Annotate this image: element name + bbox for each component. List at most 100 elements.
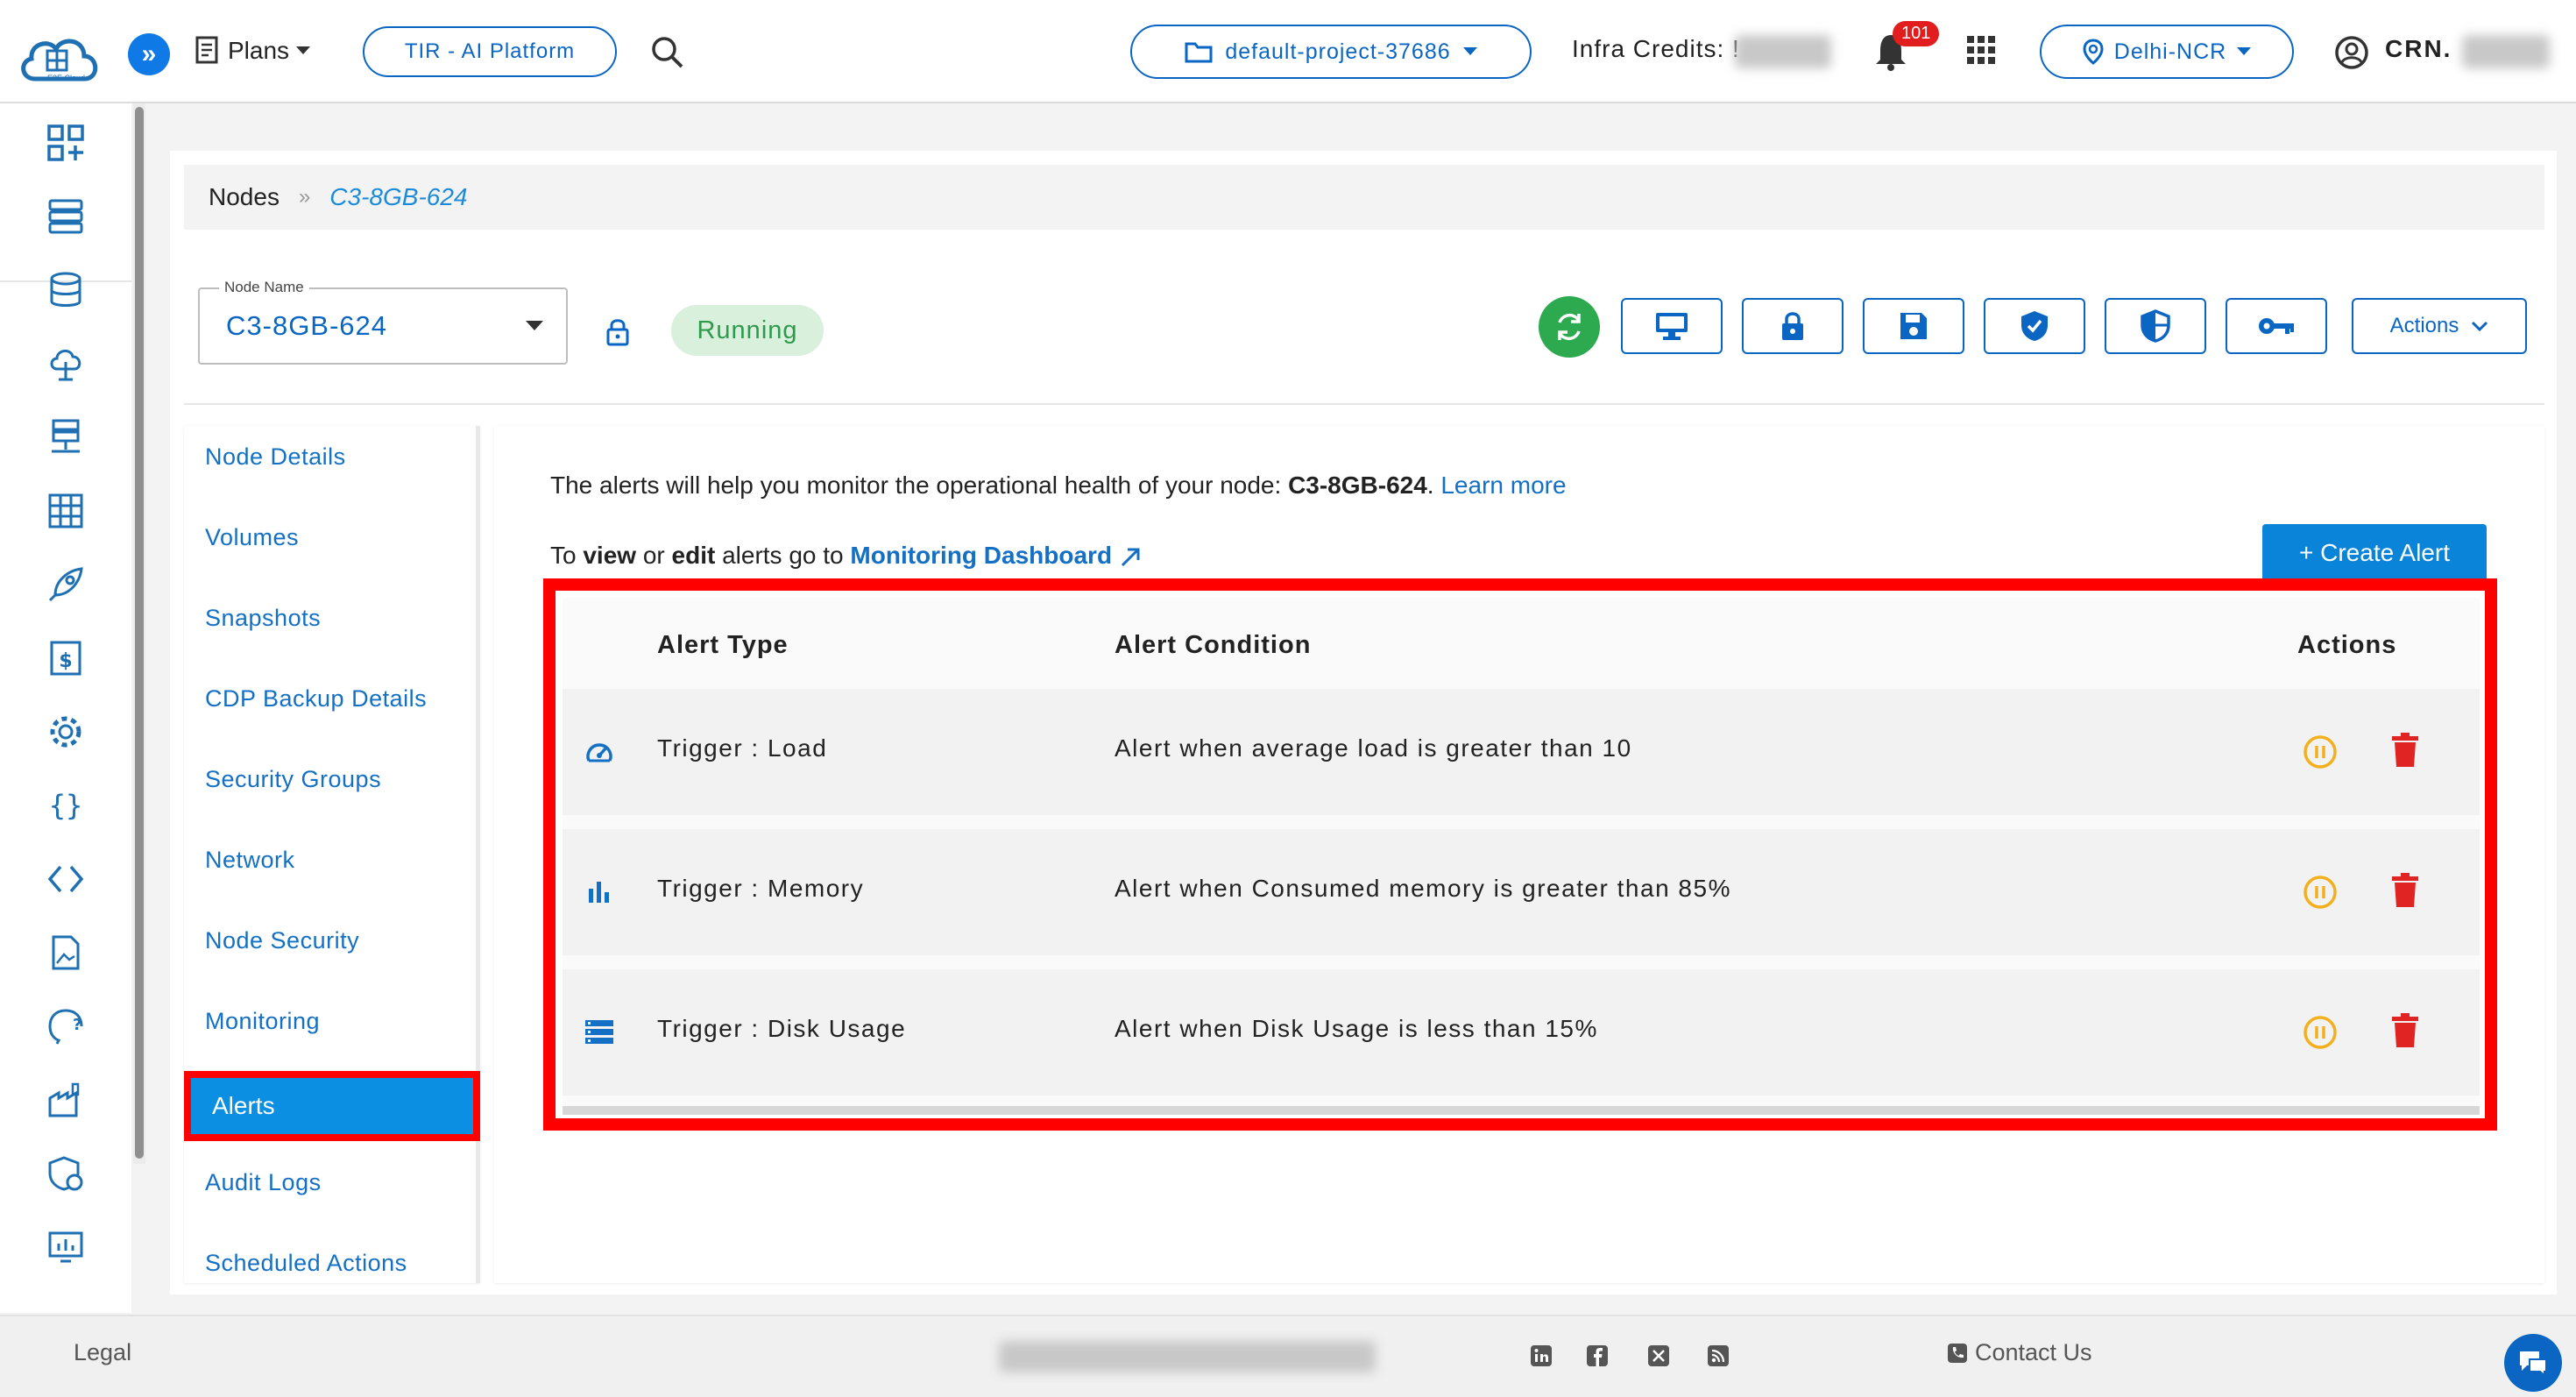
rss-icon[interactable] bbox=[1707, 1344, 1730, 1367]
subnav-monitoring[interactable]: Monitoring bbox=[205, 1008, 320, 1035]
user-crn-label[interactable]: CRN. bbox=[2385, 35, 2452, 63]
actions-dropdown-button[interactable]: Actions bbox=[2352, 298, 2527, 354]
network-server-icon[interactable] bbox=[44, 415, 88, 459]
header-alert-condition: Alert Condition bbox=[1115, 631, 1312, 659]
billing-icon[interactable]: $ bbox=[44, 636, 88, 680]
bar-chart-icon bbox=[584, 876, 615, 908]
refresh-button[interactable] bbox=[1539, 296, 1600, 358]
breadcrumb-separator: » bbox=[298, 185, 311, 209]
node-detail-panel: Nodes » C3-8GB-624 Node Name C3-8GB-624 … bbox=[170, 151, 2557, 1294]
facebook-icon[interactable] bbox=[1586, 1344, 1609, 1367]
rocket-icon[interactable] bbox=[44, 563, 88, 606]
double-chevron-right-icon: » bbox=[141, 39, 157, 68]
monitoring-dashboard-hint: To view or edit alerts go to Monitoring … bbox=[550, 542, 1142, 570]
external-link-icon[interactable] bbox=[1119, 546, 1142, 569]
learn-more-link[interactable]: Learn more bbox=[1440, 472, 1566, 499]
lock-node-button[interactable] bbox=[1742, 298, 1844, 354]
contact-us-link[interactable]: Contact Us bbox=[1947, 1339, 2092, 1366]
expand-sidebar-button[interactable]: » bbox=[128, 33, 170, 75]
subnav-node-details[interactable]: Node Details bbox=[205, 443, 346, 471]
goto-prefix: To bbox=[550, 542, 584, 569]
api-braces-icon[interactable]: {} bbox=[44, 784, 88, 827]
node-name-value: C3-8GB-624 bbox=[226, 310, 388, 341]
alert-condition-cell: Alert when average load is greater than … bbox=[1115, 734, 1632, 762]
delete-alert-icon[interactable] bbox=[2392, 733, 2418, 768]
page-footer: Legal Contact Us bbox=[0, 1315, 2576, 1397]
table-row: Trigger : Load Alert when average load i… bbox=[563, 689, 2480, 815]
section-divider bbox=[184, 403, 2544, 405]
region-selector[interactable]: Delhi-NCR bbox=[2040, 25, 2294, 79]
node-name-select[interactable]: Node Name C3-8GB-624 bbox=[198, 279, 568, 365]
linkedin-icon[interactable] bbox=[1530, 1344, 1553, 1367]
legal-link[interactable]: Legal bbox=[74, 1339, 131, 1366]
monitoring-dashboard-link[interactable]: Monitoring Dashboard bbox=[850, 542, 1112, 569]
ssh-key-button[interactable] bbox=[2226, 298, 2327, 354]
subnav-network[interactable]: Network bbox=[205, 847, 295, 874]
apps-grid-icon[interactable] bbox=[1966, 35, 1996, 65]
notification-count-badge: 101 bbox=[1893, 21, 1940, 46]
folder-icon bbox=[1185, 42, 1213, 63]
breadcrumb-current-node: C3-8GB-624 bbox=[329, 183, 468, 210]
shield-user-icon[interactable] bbox=[44, 1152, 88, 1195]
pause-alert-icon[interactable] bbox=[2303, 734, 2338, 769]
chevron-down-icon bbox=[2472, 321, 2488, 331]
subnav-volumes[interactable]: Volumes bbox=[205, 524, 299, 551]
table-scrollbar[interactable] bbox=[563, 1106, 2480, 1115]
pause-alert-icon[interactable] bbox=[2303, 1015, 2338, 1050]
header-actions: Actions bbox=[2297, 631, 2397, 659]
goto-view: view bbox=[583, 542, 637, 569]
node-subnav: Node Details Volumes Snapshots CDP Backu… bbox=[184, 426, 480, 1283]
alert-condition-cell: Alert when Consumed memory is greater th… bbox=[1115, 875, 1731, 902]
delete-alert-icon[interactable] bbox=[2392, 1013, 2418, 1048]
chat-support-button[interactable] bbox=[2504, 1334, 2562, 1392]
code-icon[interactable] bbox=[44, 857, 88, 901]
caret-down-icon bbox=[1462, 47, 1477, 55]
lock-icon[interactable] bbox=[605, 317, 631, 347]
help-chat-icon[interactable]: ? bbox=[44, 1004, 88, 1048]
rail-scrollbar-thumb[interactable] bbox=[135, 107, 144, 1159]
search-icon[interactable] bbox=[648, 33, 687, 72]
monitor-icon bbox=[1656, 313, 1688, 340]
subnav-audit-logs[interactable]: Audit Logs bbox=[205, 1169, 322, 1196]
server-list-icon[interactable] bbox=[44, 195, 88, 238]
delete-alert-icon[interactable] bbox=[2392, 873, 2418, 908]
cloud-upload-icon[interactable] bbox=[44, 342, 88, 386]
subnav-alerts-active[interactable]: Alerts bbox=[184, 1071, 480, 1141]
dashboard-icon[interactable] bbox=[44, 121, 88, 165]
shield-check-icon bbox=[2021, 311, 2048, 341]
table-grid-icon[interactable] bbox=[44, 489, 88, 533]
subnav-node-security[interactable]: Node Security bbox=[205, 927, 359, 954]
subnav-scheduled-actions[interactable]: Scheduled Actions bbox=[205, 1250, 407, 1277]
caret-down-icon bbox=[296, 46, 311, 54]
file-image-icon[interactable] bbox=[44, 931, 88, 975]
subnav-security-groups[interactable]: Security Groups bbox=[205, 766, 381, 793]
floppy-disk-icon bbox=[1900, 313, 1927, 339]
breadcrumb-nodes-link[interactable]: Nodes bbox=[209, 183, 280, 211]
plans-menu[interactable]: Plans bbox=[195, 32, 311, 70]
x-twitter-icon[interactable] bbox=[1647, 1344, 1670, 1367]
console-button[interactable] bbox=[1621, 298, 1723, 354]
create-alert-button[interactable]: + Create Alert bbox=[2262, 524, 2487, 582]
alerts-table: Alert Type Alert Condition Actions Trigg… bbox=[563, 598, 2480, 1115]
user-crn-value-redacted bbox=[2462, 35, 2550, 68]
save-image-button[interactable] bbox=[1863, 298, 1964, 354]
settings-gear-icon[interactable] bbox=[44, 710, 88, 754]
subnav-snapshots[interactable]: Snapshots bbox=[205, 605, 321, 632]
header-alert-type: Alert Type bbox=[657, 631, 789, 659]
monitor-chart-icon[interactable] bbox=[44, 1225, 88, 1269]
database-icon[interactable] bbox=[44, 268, 88, 312]
user-account-icon[interactable] bbox=[2334, 35, 2369, 70]
subnav-cdp-backup-details[interactable]: CDP Backup Details bbox=[205, 685, 427, 713]
actions-label: Actions bbox=[2389, 314, 2459, 337]
factory-icon[interactable] bbox=[44, 1078, 88, 1122]
alert-type-cell: Trigger : Disk Usage bbox=[657, 1015, 907, 1042]
pause-alert-icon[interactable] bbox=[2303, 875, 2338, 910]
node-name-label: Node Name bbox=[219, 279, 309, 296]
phone-icon bbox=[1948, 1343, 1967, 1363]
tir-ai-platform-button[interactable]: TIR - AI Platform bbox=[363, 26, 617, 77]
document-icon bbox=[195, 36, 218, 64]
project-selector[interactable]: default-project-37686 bbox=[1130, 25, 1532, 79]
goto-or: or bbox=[636, 542, 672, 569]
security-group-button[interactable] bbox=[2105, 298, 2206, 354]
security-check-button[interactable] bbox=[1984, 298, 2085, 354]
